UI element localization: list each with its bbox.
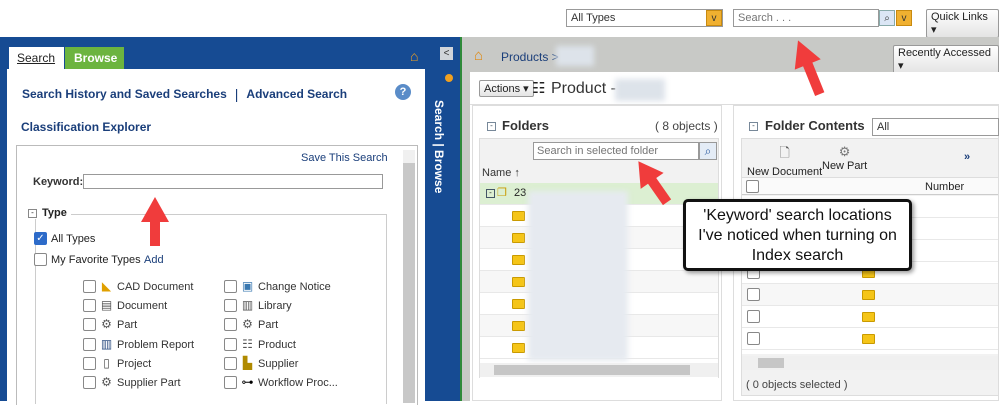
annotation-arrows <box>141 40 825 246</box>
arrow-header-search <box>794 40 825 96</box>
arrow-folder-search <box>638 161 672 206</box>
arrow-keyword <box>141 197 169 246</box>
